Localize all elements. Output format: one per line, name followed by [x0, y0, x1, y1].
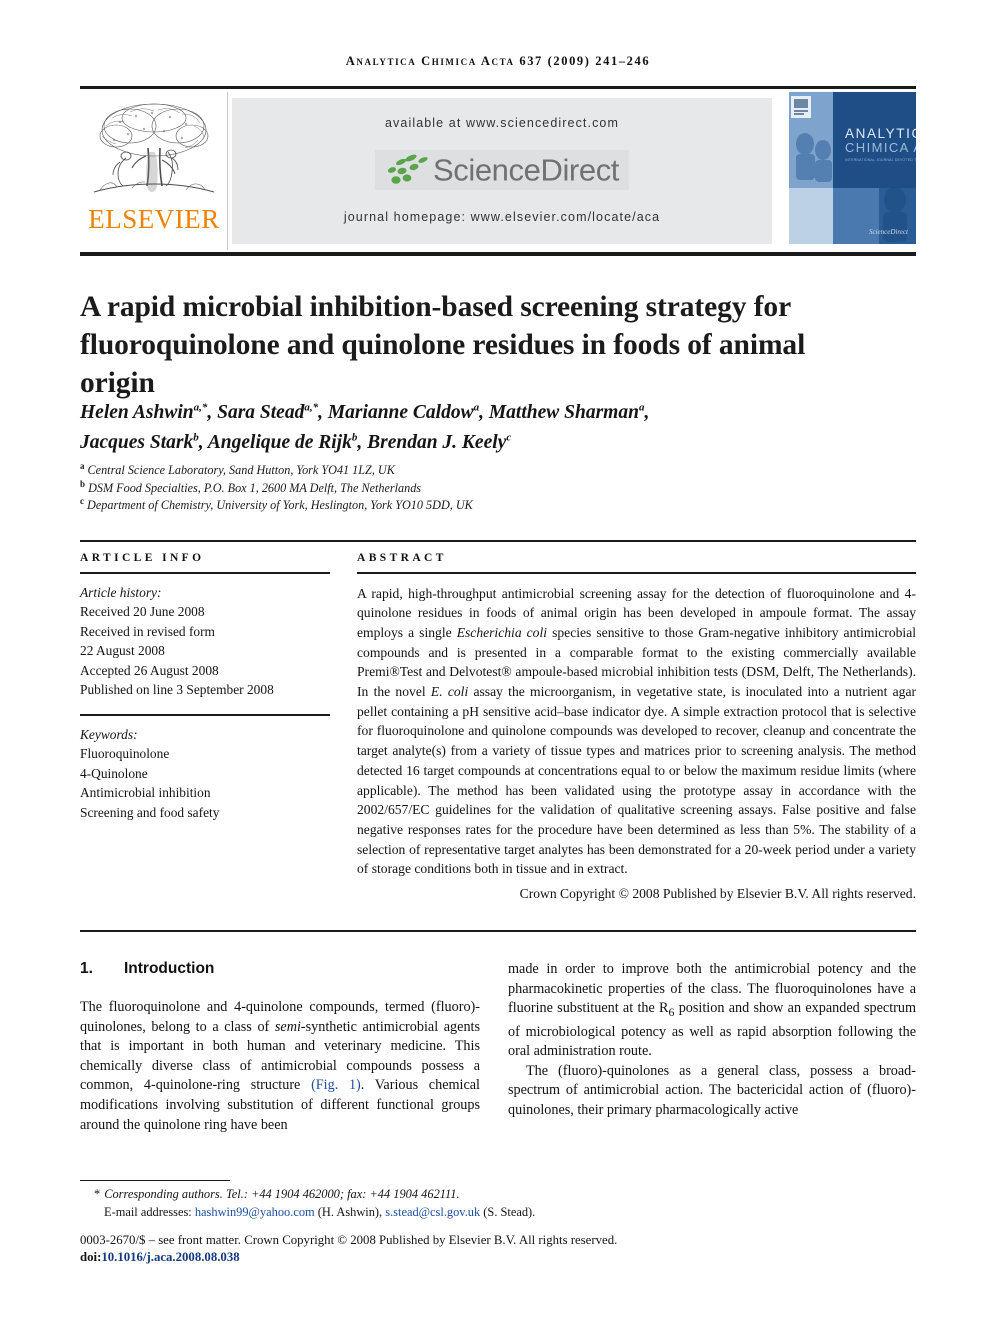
- article-info-heading: ARTICLE INFO: [80, 552, 205, 564]
- article-history-label: Article history:: [80, 584, 162, 600]
- abstract-species-1: Escherichia coli: [456, 624, 548, 640]
- author-item: Matthew Sharmana: [488, 401, 645, 423]
- affiliation-item: c Department of Chemistry, University of…: [80, 495, 473, 512]
- article-info-column: ARTICLE INFO Article history: Received 2…: [80, 552, 330, 823]
- keywords-block: Keywords: Fluoroquinolone 4-Quinolone An…: [80, 725, 330, 823]
- keywords-rule: [80, 714, 330, 716]
- cover-subtitle: INTERNATIONAL JOURNAL DEVOTED TO ANALYTI…: [845, 158, 916, 162]
- abstract-column: ABSTRACT A rapid, high-throughput antimi…: [357, 552, 916, 904]
- history-item: Received in revised form: [80, 623, 215, 639]
- section-number: 1.: [80, 960, 93, 977]
- sciencedirect-logo: ScienceDirect: [232, 150, 772, 198]
- affiliation-item: a Central Science Laboratory, Sand Hutto…: [80, 460, 395, 477]
- abstract-part3: assay the microorganism, in vegetative s…: [357, 684, 917, 877]
- section-title: Introduction: [124, 960, 215, 977]
- affiliation-item: b DSM Food Specialties, P.O. Box 1, 2600…: [80, 478, 422, 495]
- doi-line: doi:10.1016/j.aca.2008.08.038: [80, 1250, 240, 1264]
- abstract-text: A rapid, high-throughput antimicrobial s…: [357, 584, 916, 880]
- cover-title-line1: ANALYTICA: [845, 126, 916, 141]
- front-matter-line: 0003-2670/$ – see front matter. Crown Co…: [80, 1233, 618, 1247]
- sciencedirect-wordmark: ScienceDirect: [432, 152, 620, 188]
- abstract-bottom-rule: [80, 930, 916, 932]
- running-head: Analytica Chimica Acta 637 (2009) 241–24…: [345, 54, 651, 68]
- keyword-item: 4-Quinolone: [80, 765, 148, 781]
- body-right-column: made in order to improve both the antimi…: [508, 960, 916, 1121]
- elsevier-logo-box: ELSEVIER: [80, 92, 228, 250]
- doi-link[interactable]: 10.1016/j.aca.2008.08.038: [101, 1250, 239, 1264]
- intro-paragraph-2: The (fluoro)-quinolones as a general cla…: [508, 1062, 916, 1118]
- keyword-item: Screening and food safety: [80, 804, 220, 820]
- affiliation-list: a Central Science Laboratory, Sand Hutto…: [80, 460, 880, 515]
- body-left-column: 1. Introduction The fluoroquinolone and 4…: [80, 960, 480, 1135]
- figure-1-link[interactable]: (Fig. 1): [311, 1077, 361, 1093]
- footnote-block: * Corresponding authors. Tel.: +44 1904 4…: [80, 1186, 916, 1221]
- section-heading-introduction: 1. Introduction: [80, 960, 480, 978]
- sciencedirect-leaves-icon: [387, 154, 428, 184]
- abstract-copyright: Crown Copyright © 2008 Published by Else…: [519, 886, 916, 902]
- intro-paragraph-1: The fluoroquinolone and 4-quinolone comp…: [80, 999, 481, 1133]
- abstract-heading: ABSTRACT: [357, 552, 447, 564]
- abstract-species-2: E. coli: [430, 684, 469, 700]
- author-item: Angelique de Rijkb: [207, 431, 358, 453]
- author-item: Jacques Starkb: [80, 431, 199, 453]
- keyword-item: Antimicrobial inhibition: [80, 785, 211, 801]
- author-item: Sara Steada,*: [217, 401, 319, 423]
- elsevier-tree-icon: [86, 96, 222, 204]
- elsevier-wordmark: ELSEVIER: [88, 204, 220, 234]
- history-item: 22 August 2008: [80, 643, 165, 659]
- header-rule: [80, 86, 916, 89]
- article-history: Article history: Received 20 June 2008 R…: [80, 583, 330, 701]
- history-item: Received 20 June 2008: [80, 604, 205, 620]
- cover-title-line2: CHIMICA ACTA: [845, 140, 916, 155]
- abstract-rule: [357, 572, 916, 574]
- history-item: Published on line 3 September 2008: [80, 682, 274, 698]
- cover-brand: ScienceDirect: [869, 228, 909, 236]
- email-note: E-mail addresses: hashwin99@yahoo.com (H…: [104, 1204, 536, 1219]
- keywords-label: Keywords:: [80, 726, 138, 742]
- masthead-bottom-rule: [80, 252, 916, 256]
- sciencedirect-band: available at www.sciencedirect.com Scien…: [232, 98, 772, 244]
- page-title: A rapid microbial inhibition-based scree…: [80, 290, 806, 399]
- history-item: Accepted 26 August 2008: [80, 662, 219, 678]
- keyword-item: Fluoroquinolone: [80, 746, 170, 762]
- author-list: Helen Ashwina,*, Sara Steada,*, Marianne…: [80, 401, 650, 453]
- journal-article-first-page: Analytica Chimica Acta 637 (2009) 241–24…: [0, 0, 992, 1323]
- footnote-rule: [80, 1180, 230, 1182]
- footnote-star: *: [94, 1187, 101, 1201]
- masthead: ELSEVIER available at www.sciencedirect.…: [80, 92, 916, 250]
- author-item: Marianne Caldowa: [327, 401, 480, 423]
- email-link-stead[interactable]: s.stead@csl.gov.uk: [385, 1205, 480, 1219]
- intro-paragraph-1-cont: made in order to improve both the antimi…: [508, 961, 916, 1060]
- article-info-rule: [80, 572, 330, 574]
- journal-homepage-text: journal homepage: www.elsevier.com/locat…: [343, 210, 661, 224]
- journal-cover-thumbnail: ANALYTICA CHIMICA ACTA INTERNATIONAL JOU…: [783, 92, 916, 250]
- author-item: Helen Ashwina,*: [80, 401, 208, 423]
- author-item: Brendan J. Keelyc: [367, 431, 512, 453]
- info-top-rule: [80, 540, 916, 542]
- email-link-ashwin[interactable]: hashwin99@yahoo.com: [195, 1205, 315, 1219]
- corresponding-author-note: * Corresponding authors. Tel.: +44 1904 4…: [94, 1187, 460, 1201]
- available-at-text: available at www.sciencedirect.com: [384, 116, 619, 130]
